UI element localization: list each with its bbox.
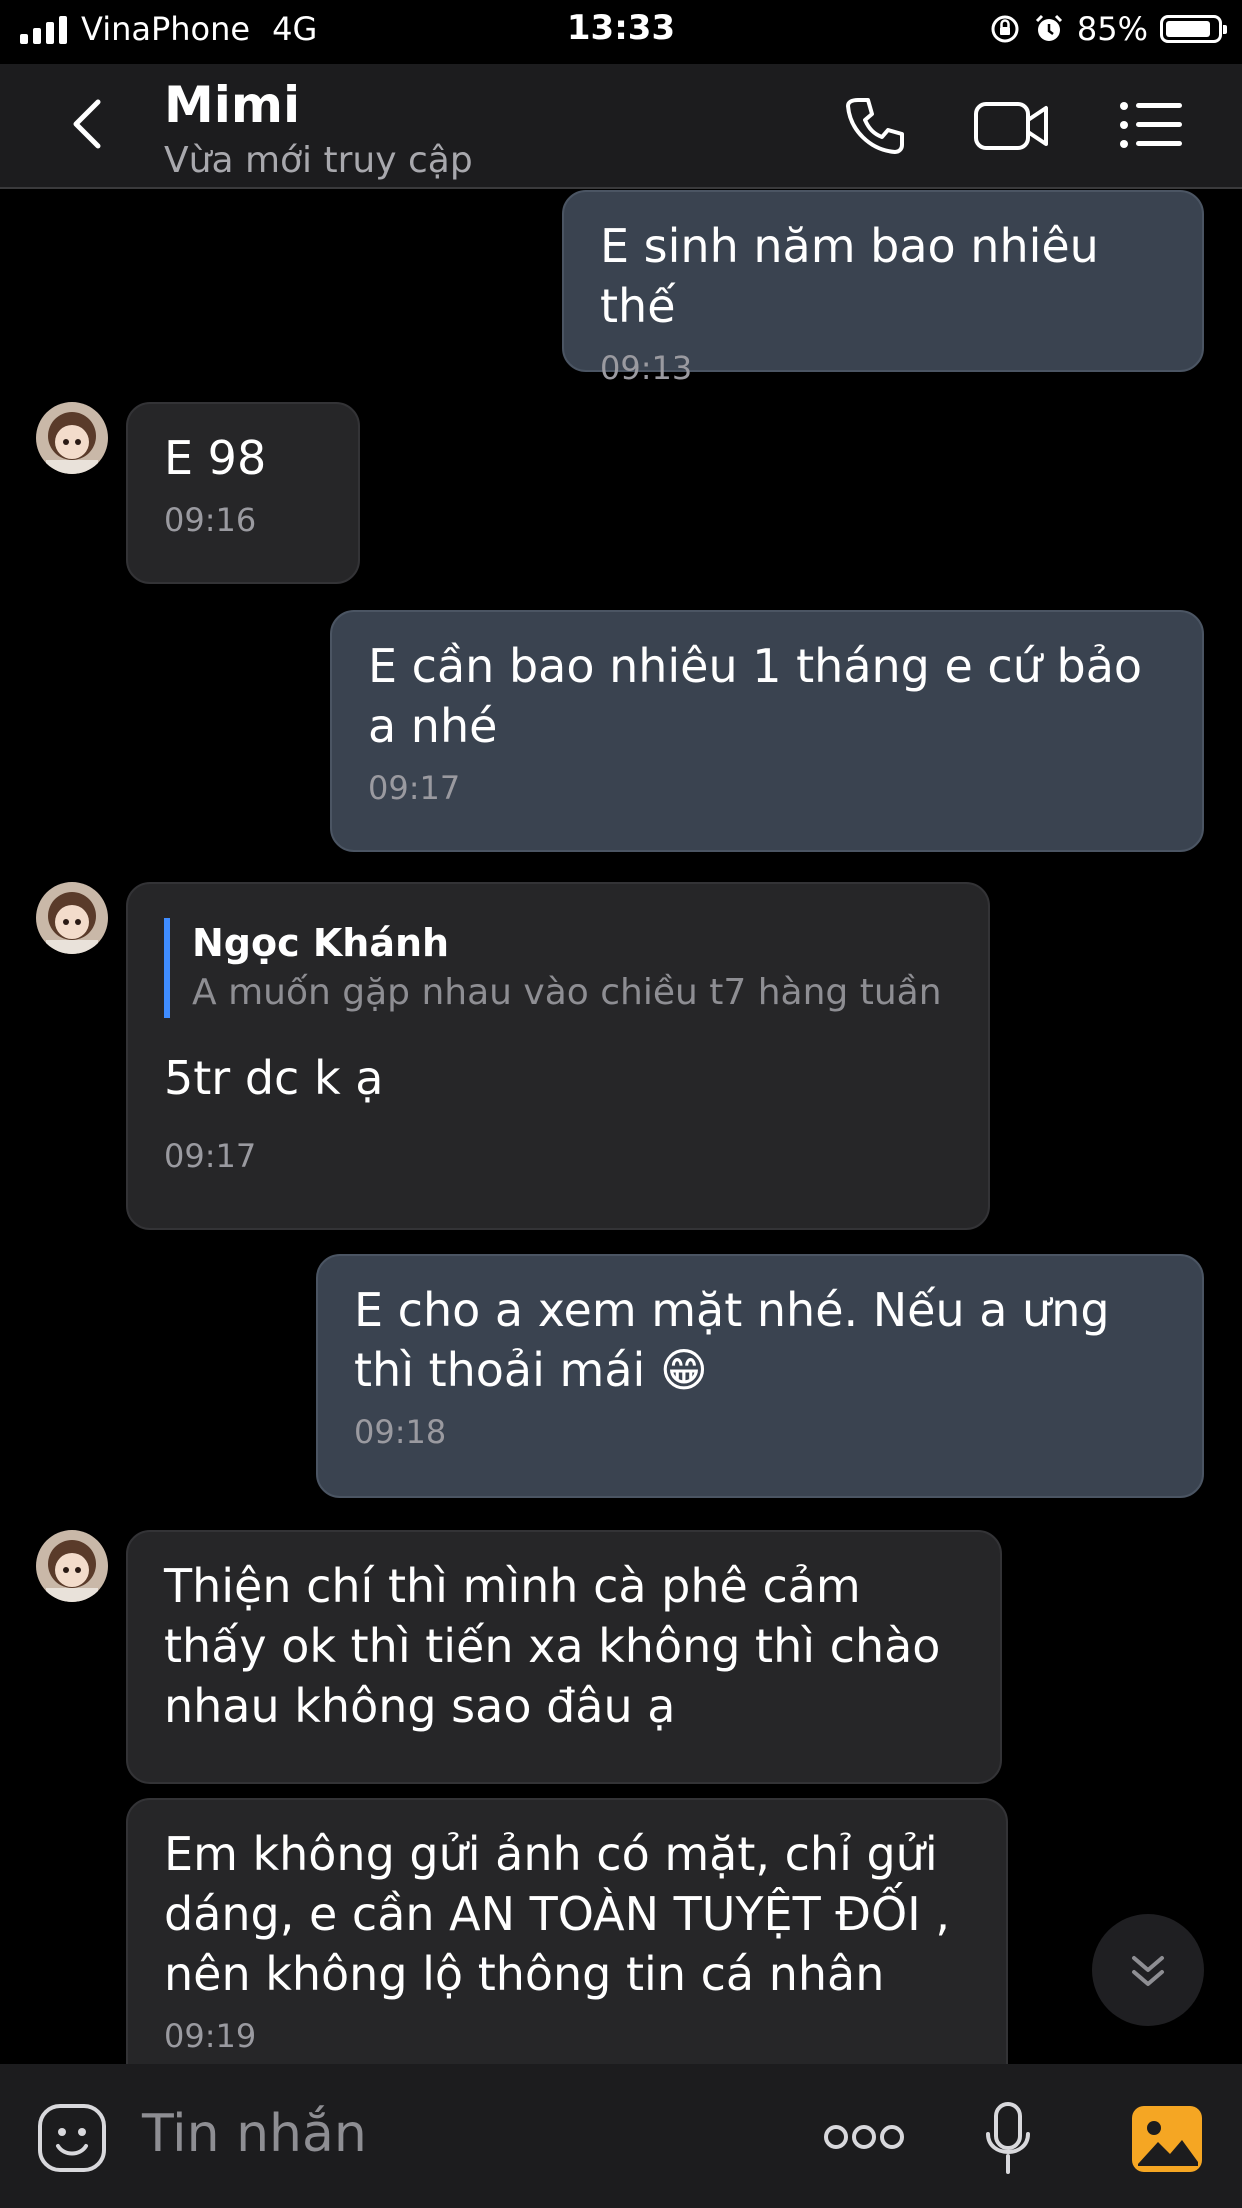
message-bubble-incoming[interactable]: Thiện chí thì mình cà phê cảm thấy ok th… bbox=[126, 1530, 1002, 1784]
message-bubble-incoming[interactable]: E 98 09:16 bbox=[126, 402, 360, 584]
message-time: 09:13 bbox=[600, 349, 693, 387]
message-bubble-outgoing[interactable]: E sinh năm bao nhiêu thế 09:13 bbox=[562, 190, 1204, 387]
back-icon[interactable] bbox=[60, 94, 120, 154]
message-text: E sinh năm bao nhiêu thế bbox=[600, 219, 1099, 333]
message-bubble-outgoing[interactable]: E cho a xem mặt nhé. Nếu a ưng thì thoải… bbox=[316, 1254, 1204, 1498]
image-icon[interactable] bbox=[1130, 2104, 1204, 2174]
quoted-message[interactable]: Ngọc Khánh A muốn gặp nhau vào chiều t7 … bbox=[164, 918, 952, 1018]
alarm-icon bbox=[1035, 14, 1062, 41]
message-bubble-incoming[interactable]: Em không gửi ảnh có mặt, chỉ gửi dáng, e… bbox=[126, 1798, 1008, 2088]
scroll-to-bottom-button[interactable] bbox=[1092, 1914, 1204, 2026]
avatar[interactable] bbox=[36, 882, 108, 954]
message-composer: Tin nhắn bbox=[0, 2064, 1242, 2208]
avatar[interactable] bbox=[36, 402, 108, 474]
message-time: 09:16 bbox=[164, 501, 257, 539]
message-text: E cho a xem mặt nhé. Nếu a ưng thì thoải… bbox=[354, 1283, 1110, 1397]
message-time: 09:17 bbox=[164, 1137, 257, 1175]
message-time: 09:17 bbox=[368, 769, 461, 807]
phone-icon[interactable] bbox=[840, 90, 910, 160]
quoted-sender: Ngọc Khánh bbox=[192, 921, 450, 965]
status-right: 85% bbox=[989, 10, 1227, 48]
message-bubble-incoming-reply[interactable]: Ngọc Khánh A muốn gặp nhau vào chiều t7 … bbox=[126, 882, 990, 1230]
message-text: Thiện chí thì mình cà phê cảm thấy ok th… bbox=[164, 1559, 941, 1733]
message-text: E 98 bbox=[164, 431, 267, 485]
battery-percent: 85% bbox=[1076, 10, 1148, 48]
contact-status: Vừa mới truy cập bbox=[164, 140, 473, 181]
message-text: Em không gửi ảnh có mặt, chỉ gửi dáng, e… bbox=[164, 1827, 950, 2001]
message-text: E cần bao nhiêu 1 tháng e cứ bảo a nhé bbox=[368, 639, 1143, 753]
quoted-text: A muốn gặp nhau vào chiều t7 hàng tuần bbox=[192, 972, 942, 1013]
avatar[interactable] bbox=[36, 1530, 108, 1602]
chevron-double-down-icon bbox=[1132, 1956, 1164, 1986]
message-bubble-outgoing[interactable]: E cần bao nhiêu 1 tháng e cứ bảo a nhé 0… bbox=[330, 610, 1204, 852]
sticker-icon[interactable] bbox=[36, 2102, 108, 2174]
message-time: 09:19 bbox=[164, 2017, 257, 2055]
battery-icon bbox=[1160, 15, 1227, 43]
chat-header: Mimi Vừa mới truy cập bbox=[0, 64, 1242, 189]
menu-list-icon[interactable] bbox=[1118, 90, 1184, 160]
message-input[interactable]: Tin nhắn bbox=[142, 2104, 367, 2164]
message-text: 5tr dc k ạ bbox=[164, 1051, 384, 1105]
contact-name[interactable]: Mimi bbox=[164, 76, 300, 134]
orientation-lock-icon bbox=[991, 15, 1019, 43]
video-call-icon[interactable] bbox=[972, 90, 1052, 160]
more-icon[interactable] bbox=[822, 2122, 906, 2152]
status-bar: VinaPhone 4G 13:33 85% bbox=[0, 0, 1242, 64]
message-time: 09:18 bbox=[354, 1413, 447, 1451]
microphone-icon[interactable] bbox=[982, 2100, 1034, 2178]
